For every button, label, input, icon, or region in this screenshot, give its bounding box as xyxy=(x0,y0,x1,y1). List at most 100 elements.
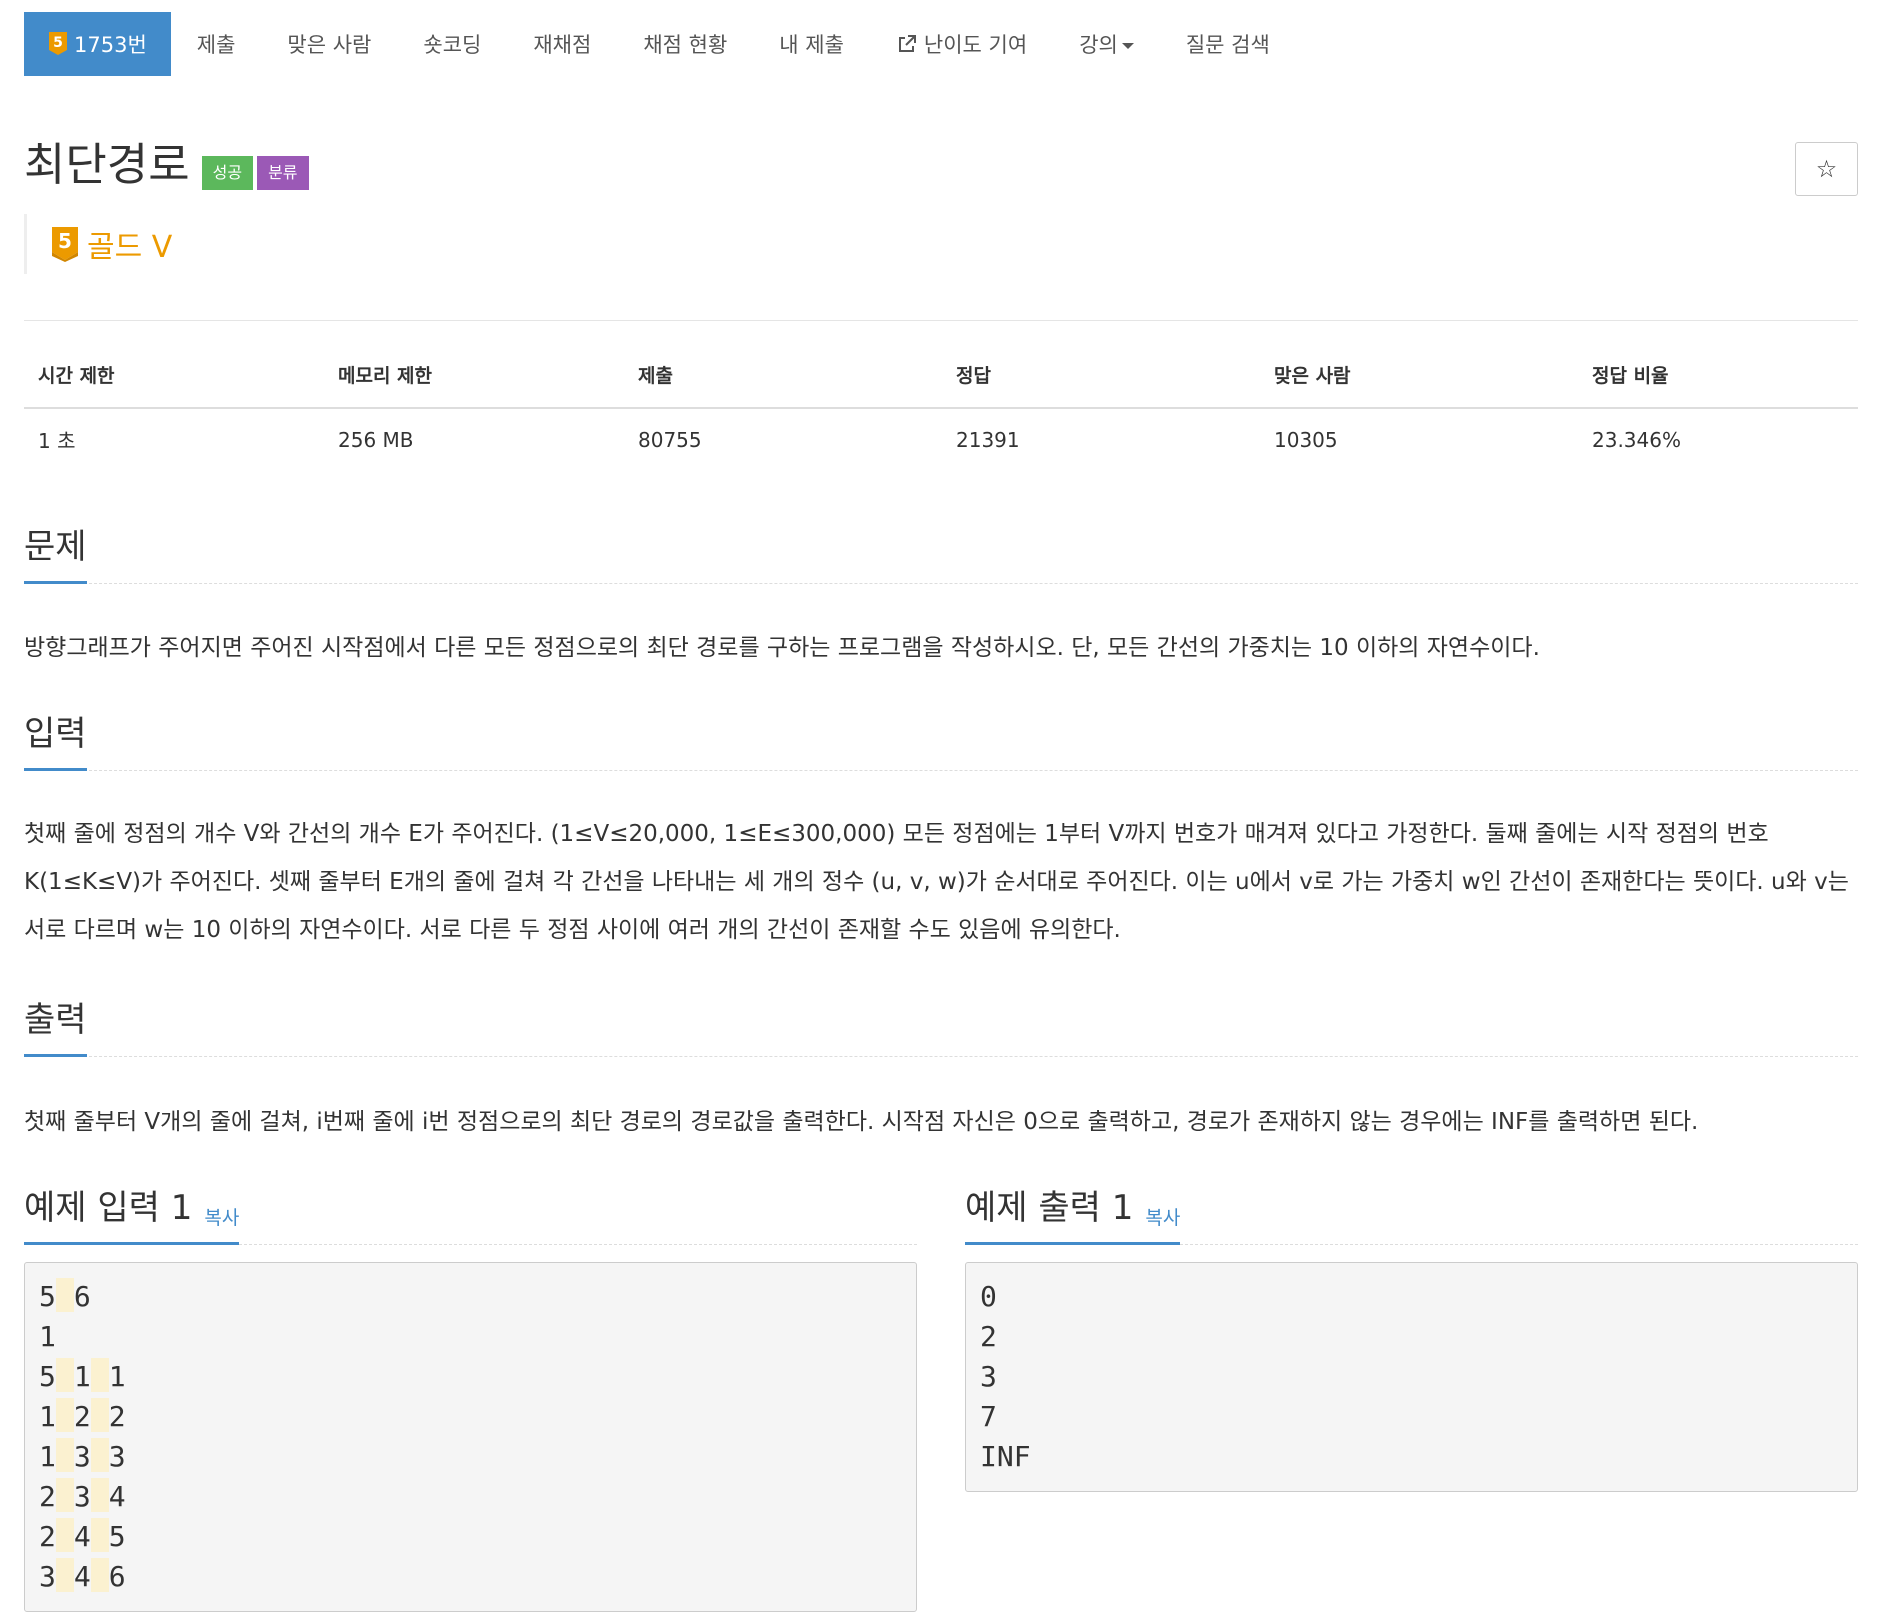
tab-rejudge[interactable]: 재채점 xyxy=(507,12,617,76)
output-description: 첫째 줄부터 V개의 줄에 걸쳐, i번째 줄에 i번 정점으로의 최단 경로의… xyxy=(24,1109,1699,1135)
tab-label: 맞은 사람 xyxy=(287,33,372,57)
memory-limit-value: 256 MB xyxy=(338,427,414,452)
input-section-title: 입력 xyxy=(24,714,87,754)
tab-label: 제출 xyxy=(196,33,236,57)
header-submissions: 제출 xyxy=(624,358,942,409)
sample-token: 2 xyxy=(39,1520,56,1553)
tab-question-search[interactable]: 질문 검색 xyxy=(1160,12,1296,76)
sample-line: 346 xyxy=(39,1557,902,1597)
section-heading: 문제 xyxy=(24,526,87,584)
tab-label: 강의 xyxy=(1079,33,1118,57)
sample-token: 1 xyxy=(39,1320,56,1353)
tab-difficulty-contribution[interactable]: 난이도 기여 xyxy=(870,12,1053,76)
header-solvers: 맞은 사람 xyxy=(1260,358,1578,409)
whitespace-marker xyxy=(55,1518,74,1552)
accepted-value: 21391 xyxy=(956,427,1020,452)
tab-solvers[interactable]: 맞은 사람 xyxy=(261,12,397,76)
tab-status[interactable]: 채점 현황 xyxy=(617,12,753,76)
svg-text:5: 5 xyxy=(53,35,63,51)
sample-token: 2 xyxy=(980,1320,997,1353)
problem-menu: 5 1753번 제출 맞은 사람 숏코딩 재채점 채점 현황 내 제출 난이도 … xyxy=(24,12,1296,76)
whitespace-marker xyxy=(90,1398,109,1432)
sample-line: 3 xyxy=(980,1357,1843,1397)
sample-token: 1 xyxy=(73,1360,91,1393)
section-heading: 입력 xyxy=(24,713,87,771)
sample-token: 3 xyxy=(73,1440,91,1473)
tab-label: 재채점 xyxy=(533,33,592,57)
tab-label: 숏코딩 xyxy=(423,33,482,57)
sample-line: INF xyxy=(980,1437,1843,1477)
sample-token: 1 xyxy=(108,1360,126,1393)
sample-line: 7 xyxy=(980,1397,1843,1437)
category-label[interactable]: 분류 xyxy=(257,156,309,190)
tab-short-coding[interactable]: 숏코딩 xyxy=(397,12,507,76)
sample-token: 7 xyxy=(980,1400,997,1433)
sample-line: 0 xyxy=(980,1277,1843,1317)
tab-label: 질문 검색 xyxy=(1185,33,1270,57)
sample-token: 2 xyxy=(108,1400,126,1433)
tab-lectures[interactable]: 강의 xyxy=(1053,12,1160,76)
gold-tier-badge-icon: 5 xyxy=(52,227,78,262)
sample-line: 245 xyxy=(39,1517,902,1557)
whitespace-marker xyxy=(55,1558,74,1592)
sample-token: INF xyxy=(980,1440,1031,1473)
sample-line: 56 xyxy=(39,1277,902,1317)
section-heading: 출력 xyxy=(24,999,87,1057)
tab-label: 난이도 기여 xyxy=(923,33,1028,57)
table-row: 1 초 256 MB 80755 21391 10305 23.346% xyxy=(24,408,1858,464)
sample-line: 1 xyxy=(39,1317,902,1357)
whitespace-marker xyxy=(90,1478,109,1512)
sample-token: 4 xyxy=(73,1520,91,1553)
sample-line: 234 xyxy=(39,1477,902,1517)
sample-token: 1 xyxy=(39,1440,56,1473)
sample-token: 3 xyxy=(980,1360,997,1393)
problem-info-table: 시간 제한 메모리 제한 제출 정답 맞은 사람 정답 비율 1 초 256 M… xyxy=(24,358,1858,464)
sample-token: 2 xyxy=(73,1400,91,1433)
copy-sample-input-link[interactable]: 복사 xyxy=(204,1203,239,1230)
time-limit-value: 1 초 xyxy=(38,429,76,453)
whitespace-marker xyxy=(90,1518,109,1552)
problem-description: 방향그래프가 주어지면 주어진 시작점에서 다른 모든 정점으로의 최단 경로를… xyxy=(24,635,1540,661)
tier-text: 골드 V xyxy=(87,230,173,265)
copy-sample-output-link[interactable]: 복사 xyxy=(1145,1203,1180,1230)
tab-problem[interactable]: 5 1753번 xyxy=(24,12,171,76)
sample-line: 122 xyxy=(39,1397,902,1437)
whitespace-marker xyxy=(55,1398,74,1432)
star-icon: ☆ xyxy=(1815,155,1838,183)
whitespace-marker xyxy=(90,1558,109,1592)
tab-label: 채점 현황 xyxy=(643,33,728,57)
gold-tier-badge-icon: 5 xyxy=(49,32,67,55)
submissions-value: 80755 xyxy=(638,427,702,452)
sample-token: 0 xyxy=(980,1280,997,1313)
whitespace-marker xyxy=(55,1478,74,1512)
tab-label: 1753번 xyxy=(74,33,147,57)
tab-my-submissions[interactable]: 내 제출 xyxy=(753,12,870,76)
sample-output-box[interactable]: 0 2 3 7 INF xyxy=(965,1262,1858,1492)
sample-token: 1 xyxy=(39,1400,56,1433)
success-label: 성공 xyxy=(201,156,254,190)
header-time-limit: 시간 제한 xyxy=(24,358,324,409)
sample-output-title: 예제 출력 1 xyxy=(965,1188,1134,1228)
whitespace-marker xyxy=(90,1438,109,1472)
sample-token: 3 xyxy=(108,1440,126,1473)
sample-input-header: 예제 입력 1 복사 xyxy=(24,1187,917,1245)
problem-section-title: 문제 xyxy=(24,527,87,567)
accept-rate-value: 23.346% xyxy=(1592,427,1681,452)
sample-line: 133 xyxy=(39,1437,902,1477)
caret-down-icon xyxy=(1121,43,1134,49)
sample-token: 3 xyxy=(39,1560,56,1593)
sample-token: 3 xyxy=(73,1480,91,1513)
problem-title-row: 최단경로 성공 분류 xyxy=(24,138,309,192)
header-accept-rate: 정답 비율 xyxy=(1578,358,1858,409)
sample-line: 2 xyxy=(980,1317,1843,1357)
input-section-header: 입력 xyxy=(24,713,1858,771)
favorite-star-button[interactable]: ☆ xyxy=(1795,142,1858,196)
section-heading: 예제 입력 1 복사 xyxy=(24,1187,240,1245)
sample-input-box[interactable]: 561511122133234245346 xyxy=(24,1262,917,1612)
external-link-icon xyxy=(898,35,916,52)
tab-label: 내 제출 xyxy=(779,33,844,57)
table-header-row: 시간 제한 메모리 제한 제출 정답 맞은 사람 정답 비율 xyxy=(24,358,1858,409)
tab-submit[interactable]: 제출 xyxy=(171,12,262,76)
whitespace-marker xyxy=(55,1278,74,1312)
sample-token: 5 xyxy=(39,1360,56,1393)
